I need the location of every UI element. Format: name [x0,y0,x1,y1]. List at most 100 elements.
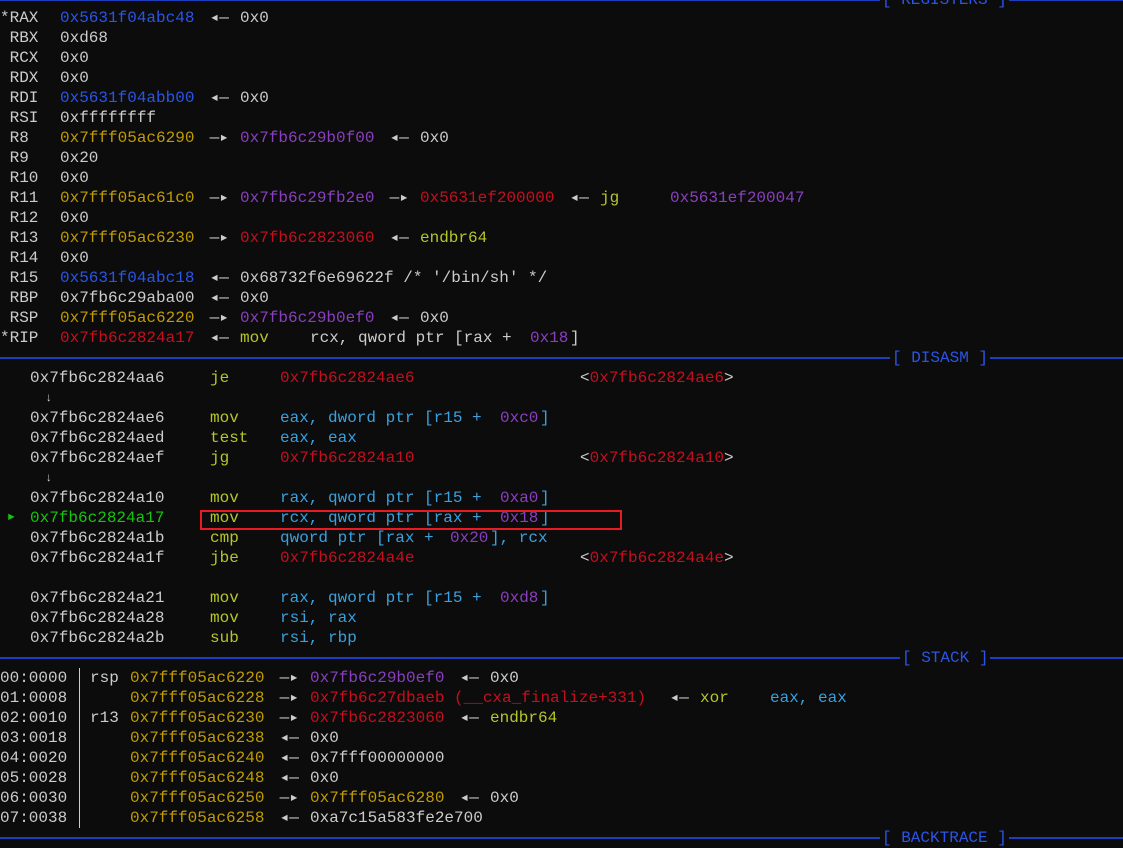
register-row: R11 0x7fff05ac61c0 —▸ 0x7fb6c29fb2e0 —▸ 0… [0,188,1123,208]
backtrace-header-label: [ BACKTRACE ] [880,828,1009,848]
value-segment: 0x0 [60,249,89,267]
register-name: R13 [0,229,39,247]
value-segment: 0x7fff05ac6258 [130,809,265,827]
value-segment: eax, eax [280,429,357,447]
value-segment: 0x7fff05ac6230 [60,229,195,247]
register-name: RDI [0,89,39,107]
stack-offset: 04:0020 [0,749,68,767]
value-segment: 0x7fb6c2823060 [310,709,445,727]
value-segment: 0x0 [60,169,89,187]
register-row: *RAX 0x5631f04abc48 ◂— 0x0 [0,8,1123,28]
stack-register-label: rsp [90,669,119,687]
instruction-row[interactable]: 0x7fb6c2824a10 mov rax, qword ptr [r15 + 0… [0,488,1123,508]
branch-target-part: > [724,549,734,567]
value-segment: ◂— [450,669,489,687]
instruction-address: 0x7fb6c2824a1f [30,549,165,567]
stack-offset: 03:0018 [0,729,68,747]
value-segment: —▸ [270,709,309,727]
instruction-address: 0x7fb6c2824ae6 [30,409,165,427]
instruction-row[interactable]: 0x7fb6c2824a1b cmp qword ptr [rax + 0x20],… [0,528,1123,548]
register-name: RSP [0,309,39,327]
instruction-address: 0x7fb6c2824a21 [30,589,165,607]
register-row: RBP 0x7fb6c29aba00 ◂— 0x0 [0,288,1123,308]
stack-header-label: [ STACK ] [900,648,991,668]
instruction-mnemonic: jg [210,449,230,467]
register-row: RSI 0xffffffff [0,108,1123,128]
value-segment: ◂— [380,129,419,147]
instruction-address: 0x7fb6c2824a1b [30,529,165,547]
value-segment: eax, eax [770,689,847,707]
branch-target-part: 0x7fb6c2824a10 [589,449,725,467]
value-segment: 0x7fb6c29b0f00 [240,129,375,147]
backtrace-header: [ BACKTRACE ] [0,828,1123,848]
value-segment: jg [600,189,668,207]
value-segment: ◂— [380,229,419,247]
instruction-row[interactable]: 0x7fb6c2824ae6 mov eax, dword ptr [r15 + 0… [0,408,1123,428]
branch-target-part: 0x7fb6c2824a4e [589,549,725,567]
value-segment: ◂— [270,769,309,787]
value-segment: ] [540,589,550,607]
value-segment: rax, qword ptr [r15 + [280,489,492,507]
instruction-mnemonic: sub [210,629,239,647]
branch-target-part: 0x7fb6c2824ae6 [589,369,725,387]
instruction-address: 0x7fb6c2824a10 [30,489,165,507]
instruction-row[interactable]: 0x7fb6c2824aef jg 0x7fb6c2824a10 <0x7fb6c28… [0,448,1123,468]
value-segment: qword ptr [rax + [280,529,444,547]
value-segment: 0xa7c15a583fe2e700 [310,809,483,827]
instruction-row[interactable]: 0x7fb6c2824a2b sub rsi, rbp [0,628,1123,648]
value-segment: ], rcx [490,529,548,547]
value-segment: 0x5631ef200047 [670,189,805,207]
register-name: RSI [0,109,39,127]
value-segment: ◂— [270,729,309,747]
value-segment: 0x7fff05ac6230 [130,709,265,727]
instruction-address: 0x7fb6c2824a2b [30,629,165,647]
terminal-window[interactable]: [ REGISTERS ] [ DISASM ] [ STACK ] [ BAC… [0,0,1123,848]
register-name: RBP [0,289,39,307]
register-name: R11 [0,189,39,207]
register-name: RBX [0,29,39,47]
value-segment: 0x7fb6c29b0ef0 [310,669,445,687]
instruction-row[interactable]: 0x7fb6c2824a21 mov rax, qword ptr [r15 + 0… [0,588,1123,608]
value-segment: ◂— [270,809,309,827]
value-segment: 0x7fff05ac6220 [60,309,195,327]
branch-target: <0x7fb6c2824a4e> [580,548,734,568]
value-segment: 0x7fb6c2824a10 [280,449,415,467]
value-segment: 0x7fff00000000 [310,749,445,767]
instruction-row[interactable]: 0x7fb6c2824aed test eax, eax [0,428,1123,448]
register-row: RDI 0x5631f04abb00 ◂— 0x0 [0,88,1123,108]
value-segment: 0xd8 [500,589,539,607]
jump-arrow-icon: ↓ [45,391,53,405]
instruction-row[interactable]: 0x7fb6c2824a1f jbe 0x7fb6c2824a4e <0x7fb6c2… [0,548,1123,568]
value-segment: rax, qword ptr [r15 + [280,589,492,607]
value-segment: ◂— [200,289,239,307]
register-name: *RIP [0,329,39,347]
value-segment: 0x0 [420,309,449,327]
value-segment: ] [570,329,580,347]
value-segment: 0x0 [310,729,339,747]
instruction-mnemonic: test [210,429,249,447]
value-segment: 0x68732f6e69622f /* '/bin/sh' */ [240,269,548,287]
stack-row: 05:0028 0x7fff05ac6248 ◂— 0x0 [0,768,1123,788]
value-segment: 0x0 [240,89,269,107]
value-segment: 0x5631f04abc18 [60,269,195,287]
value-segment: 0x7fff05ac6290 [60,129,195,147]
instruction-address: 0x7fb6c2824aef [30,449,165,467]
register-name: RCX [0,49,39,67]
register-name: R14 [0,249,39,267]
value-segment: ◂— [200,329,239,347]
branch-target-part: < [580,549,590,567]
value-segment: 0x5631ef200000 [420,189,555,207]
value-segment: —▸ [270,689,309,707]
instruction-row[interactable]: 0x7fb6c2824a28 mov rsi, rax [0,608,1123,628]
value-segment: 0x7fff05ac6220 [130,669,265,687]
stack-row: 02:0010 r13 0x7fff05ac6230 —▸ 0x7fb6c28230… [0,708,1123,728]
instruction-address: 0x7fb6c2824a28 [30,609,165,627]
instruction-row[interactable]: 0x7fb6c2824aa6 je 0x7fb6c2824ae6 <0x7fb6c28… [0,368,1123,388]
value-segment: —▸ [200,309,239,327]
value-segment: 0x7fff05ac6250 [130,789,265,807]
register-row: RSP 0x7fff05ac6220 —▸ 0x7fb6c29b0ef0 ◂— 0… [0,308,1123,328]
stack-row: 07:0038 0x7fff05ac6258 ◂— 0xa7c15a583fe2e… [0,808,1123,828]
value-segment: 0x7fff05ac6238 [130,729,265,747]
value-segment: ] [540,409,550,427]
register-row: *RIP 0x7fb6c2824a17 ◂— mov rcx, qword ptr… [0,328,1123,348]
